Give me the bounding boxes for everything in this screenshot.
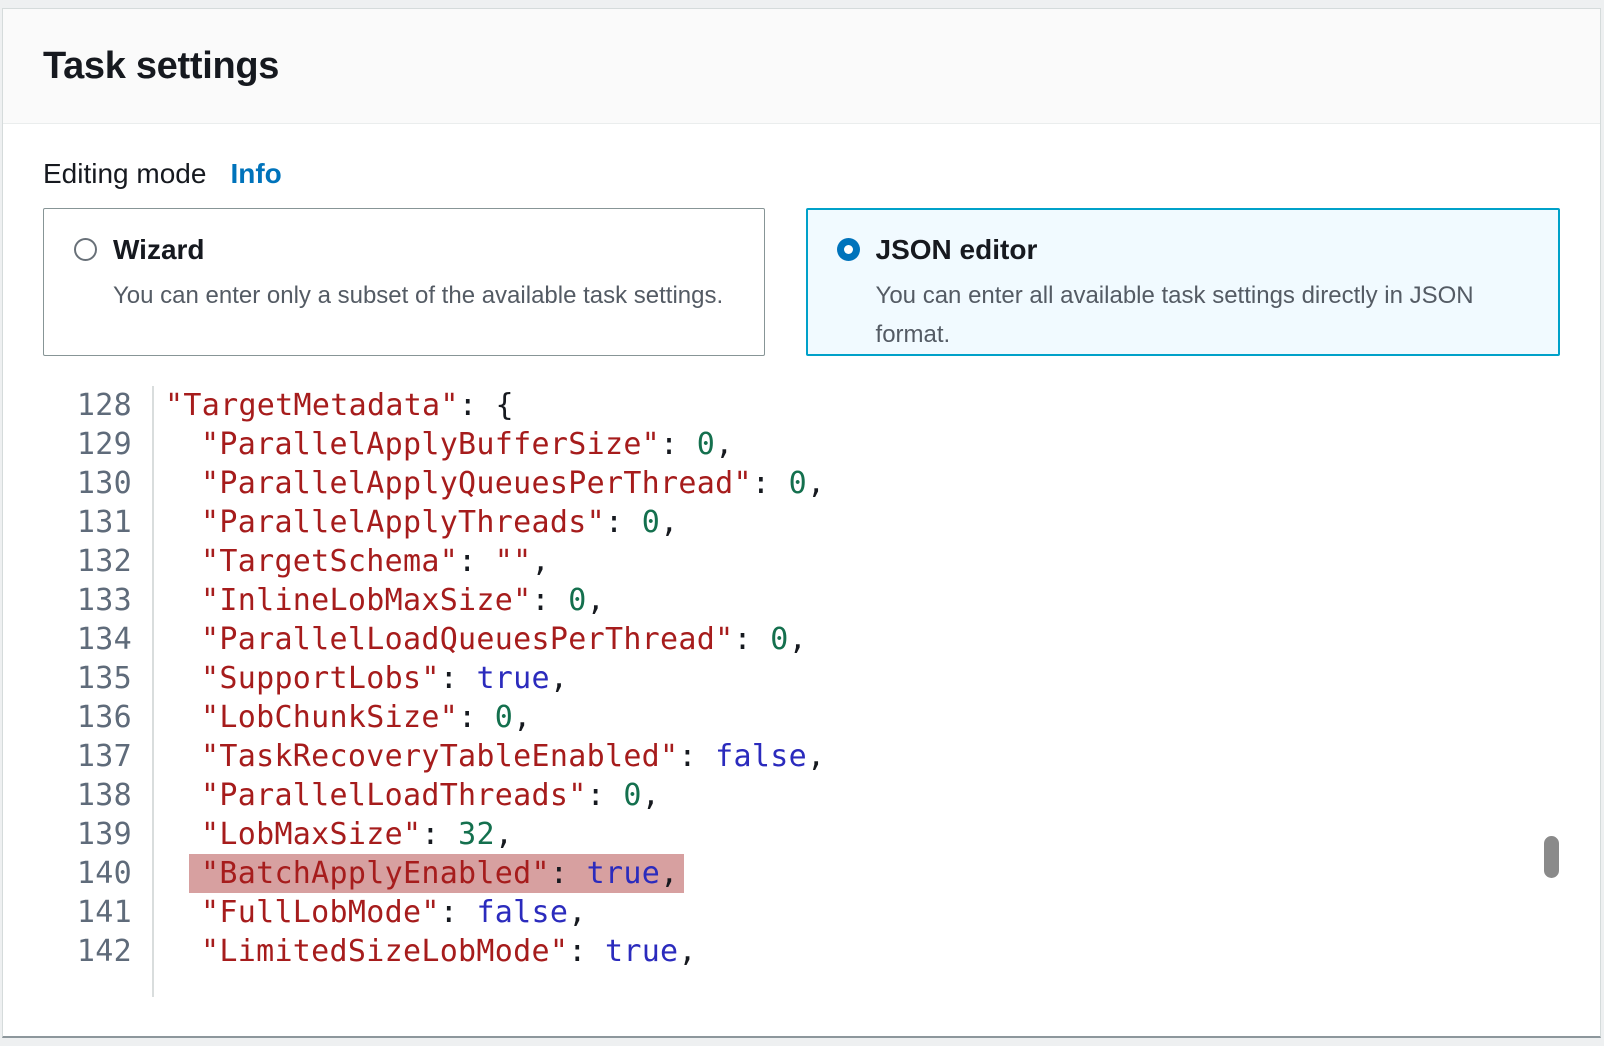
page-title: Task settings xyxy=(43,45,279,88)
code-line: 133 "InlineLobMaxSize": 0, xyxy=(43,581,1560,620)
line-content: "LobChunkSize": 0, xyxy=(154,698,532,737)
tile-json-editor-title: JSON editor xyxy=(876,232,1548,268)
tile-json-editor-text: JSON editor You can enter all available … xyxy=(876,232,1548,354)
line-content: "ParallelApplyQueuesPerThread": 0, xyxy=(154,464,825,503)
code-line: 141 "FullLobMode": false, xyxy=(43,893,1560,932)
json-code-editor[interactable]: 128 "TargetMetadata": { 129 "ParallelApp… xyxy=(43,386,1560,997)
tile-wizard[interactable]: Wizard You can enter only a subset of th… xyxy=(43,208,765,356)
line-number: 136 xyxy=(43,698,154,737)
tile-wizard-text: Wizard You can enter only a subset of th… xyxy=(113,232,723,355)
code-line: 139 "LobMaxSize": 32, xyxy=(43,815,1560,854)
code-line: 130 "ParallelApplyQueuesPerThread": 0, xyxy=(43,464,1560,503)
line-content: "TargetSchema": "", xyxy=(154,542,550,581)
card-header: Task settings xyxy=(3,9,1600,124)
line-content: "ParallelApplyBufferSize": 0, xyxy=(154,425,734,464)
code-lines: 128 "TargetMetadata": { 129 "ParallelApp… xyxy=(43,386,1560,971)
line-content: "LobMaxSize": 32, xyxy=(154,815,513,854)
line-number: 139 xyxy=(43,815,154,854)
line-number: 133 xyxy=(43,581,154,620)
line-content: "SupportLobs": true, xyxy=(154,659,568,698)
code-line: 137 "TaskRecoveryTableEnabled": false, xyxy=(43,737,1560,776)
tile-json-editor[interactable]: JSON editor You can enter all available … xyxy=(806,208,1560,356)
card-body: Editing mode Info Wizard You can enter on… xyxy=(3,124,1600,997)
code-line: 129 "ParallelApplyBufferSize": 0, xyxy=(43,425,1560,464)
line-content: "ParallelLoadThreads": 0, xyxy=(154,776,660,815)
code-line: 128 "TargetMetadata": { xyxy=(43,386,1560,425)
line-content: "InlineLobMaxSize": 0, xyxy=(154,581,605,620)
line-number: 137 xyxy=(43,737,154,776)
line-number: 129 xyxy=(43,425,154,464)
tile-wizard-description: You can enter only a subset of the avail… xyxy=(113,276,723,315)
line-number: 142 xyxy=(43,932,154,971)
line-number: 132 xyxy=(43,542,154,581)
task-settings-card: Task settings Editing mode Info Wizard Yo… xyxy=(2,8,1601,1038)
line-number: 130 xyxy=(43,464,154,503)
code-line: 135 "SupportLobs": true, xyxy=(43,659,1560,698)
line-content: "BatchApplyEnabled": true, xyxy=(154,854,684,893)
code-line: 138 "ParallelLoadThreads": 0, xyxy=(43,776,1560,815)
gutter-tail xyxy=(43,971,154,997)
editing-mode-tiles: Wizard You can enter only a subset of th… xyxy=(43,208,1560,356)
line-content: "TargetMetadata": { xyxy=(154,386,514,425)
line-content: "ParallelApplyThreads": 0, xyxy=(154,503,678,542)
line-number: 128 xyxy=(43,386,154,425)
code-line: 142 "LimitedSizeLobMode": true, xyxy=(43,932,1560,971)
code-line: 140 "BatchApplyEnabled": true, xyxy=(43,854,1560,893)
line-number: 138 xyxy=(43,776,154,815)
line-content: "TaskRecoveryTableEnabled": false, xyxy=(154,737,825,776)
code-line: 134 "ParallelLoadQueuesPerThread": 0, xyxy=(43,620,1560,659)
code-line: 132 "TargetSchema": "", xyxy=(43,542,1560,581)
line-content: "ParallelLoadQueuesPerThread": 0, xyxy=(154,620,807,659)
line-content: "FullLobMode": false, xyxy=(154,893,587,932)
line-number: 134 xyxy=(43,620,154,659)
wizard-radio-icon[interactable] xyxy=(74,238,97,261)
line-number: 141 xyxy=(43,893,154,932)
editor-scrollbar-thumb[interactable] xyxy=(1544,836,1559,878)
line-number: 135 xyxy=(43,659,154,698)
line-content: "LimitedSizeLobMode": true, xyxy=(154,932,697,971)
editing-mode-row: Editing mode Info xyxy=(43,156,1560,192)
code-line: 131 "ParallelApplyThreads": 0, xyxy=(43,503,1560,542)
code-line: 136 "LobChunkSize": 0, xyxy=(43,698,1560,737)
info-link[interactable]: Info xyxy=(230,158,281,189)
line-number: 131 xyxy=(43,503,154,542)
json-editor-radio-icon[interactable] xyxy=(837,238,860,261)
tile-json-editor-description: You can enter all available task setting… xyxy=(876,276,1548,354)
editing-mode-label: Editing mode xyxy=(43,158,206,189)
tile-wizard-title: Wizard xyxy=(113,232,723,268)
line-number: 140 xyxy=(43,854,154,893)
